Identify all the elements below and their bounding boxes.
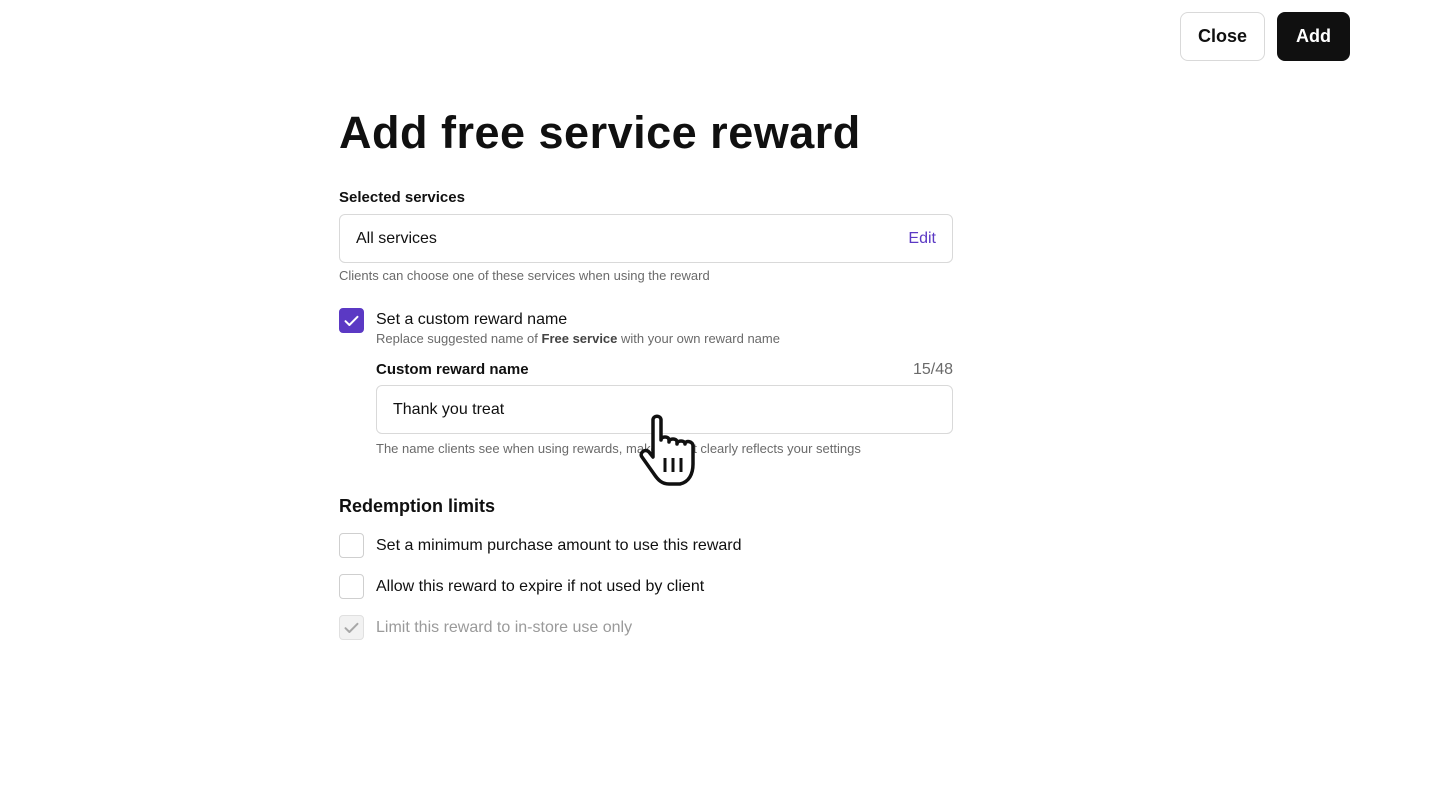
- checkmark-icon: [344, 622, 359, 633]
- top-actions: Close Add: [1180, 12, 1350, 61]
- edit-services-link[interactable]: Edit: [908, 230, 936, 248]
- in-store-option: Limit this reward to in-store use only: [339, 615, 953, 640]
- page-title: Add free service reward: [339, 107, 861, 158]
- expire-label: Allow this reward to expire if not used …: [376, 577, 705, 595]
- character-counter: 15/48: [912, 361, 953, 378]
- custom-name-option-description: Replace suggested name of Free service w…: [376, 331, 780, 346]
- custom-name-label: Custom reward name: [376, 361, 529, 378]
- redemption-limits-title: Redemption limits: [339, 496, 496, 516]
- reward-form: Add free service reward Selected service…: [339, 104, 953, 656]
- selected-services-value: All services: [356, 229, 437, 247]
- selected-services-label: Selected services: [339, 189, 465, 206]
- custom-name-checkbox[interactable]: [339, 308, 364, 333]
- min-purchase-checkbox[interactable]: [339, 533, 364, 558]
- custom-name-input[interactable]: [376, 385, 953, 434]
- custom-name-help: The name clients see when using rewards,…: [376, 441, 861, 456]
- custom-name-option: Set a custom reward name Replace suggest…: [339, 308, 953, 348]
- suggested-name: Free service: [541, 331, 618, 346]
- min-purchase-option: Set a minimum purchase amount to use thi…: [339, 533, 953, 558]
- close-button[interactable]: Close: [1180, 12, 1265, 61]
- min-purchase-label: Set a minimum purchase amount to use thi…: [376, 536, 742, 554]
- in-store-checkbox: [339, 615, 364, 640]
- add-button[interactable]: Add: [1277, 12, 1350, 61]
- in-store-label: Limit this reward to in-store use only: [376, 618, 633, 636]
- custom-name-section: Custom reward name 15/48 The name client…: [376, 360, 953, 458]
- selected-services-field[interactable]: All services Edit: [339, 214, 953, 263]
- expire-checkbox[interactable]: [339, 574, 364, 599]
- custom-name-option-label: Set a custom reward name: [376, 311, 568, 328]
- expire-option: Allow this reward to expire if not used …: [339, 574, 953, 599]
- selected-services-section: Selected services All services Edit Clie…: [339, 188, 953, 285]
- selected-services-help: Clients can choose one of these services…: [339, 268, 710, 283]
- checkmark-icon: [344, 315, 359, 326]
